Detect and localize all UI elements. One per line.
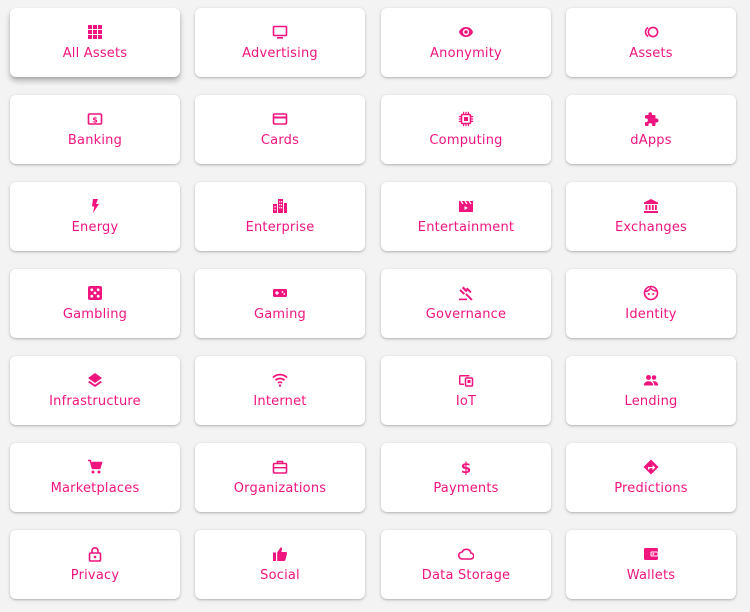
category-label: Banking <box>67 132 123 148</box>
category-card[interactable]: Advertising <box>195 8 365 77</box>
puzzle-icon <box>643 111 659 127</box>
category-label: All Assets <box>62 45 128 61</box>
category-card[interactable]: Lending <box>566 356 736 425</box>
category-label: Infrastructure <box>49 393 141 409</box>
lock-icon <box>87 546 103 562</box>
category-card[interactable]: $ Banking <box>10 95 180 164</box>
category-card[interactable]: Exchanges <box>566 182 736 251</box>
gamepad-icon <box>272 285 288 301</box>
category-card[interactable]: Assets <box>566 8 736 77</box>
category-label: Governance <box>425 306 507 322</box>
category-card[interactable]: Organizations <box>195 443 365 512</box>
category-label: dApps <box>630 132 672 148</box>
category-card[interactable]: IoT <box>381 356 551 425</box>
category-label: Predictions <box>614 480 688 496</box>
gavel-icon <box>458 285 474 301</box>
category-card[interactable]: Energy <box>10 182 180 251</box>
svg-text:$: $ <box>92 115 98 124</box>
category-card[interactable]: Identity <box>566 269 736 338</box>
category-card[interactable]: Predictions <box>566 443 736 512</box>
svg-text:$: $ <box>461 459 471 475</box>
category-card[interactable]: Anonymity <box>381 8 551 77</box>
apps-grid-icon <box>87 24 103 40</box>
category-label: Lending <box>624 393 678 409</box>
category-card[interactable]: Marketplaces <box>10 443 180 512</box>
bank-icon <box>643 198 659 214</box>
thumbs-up-icon <box>272 546 288 562</box>
category-card[interactable]: Privacy <box>10 530 180 599</box>
category-card[interactable]: Wallets <box>566 530 736 599</box>
category-card[interactable]: Computing <box>381 95 551 164</box>
cloud-icon <box>458 546 474 562</box>
category-card[interactable]: Infrastructure <box>10 356 180 425</box>
category-label: IoT <box>455 393 477 409</box>
category-card[interactable]: dApps <box>566 95 736 164</box>
category-label: Computing <box>429 132 503 148</box>
category-card[interactable]: Enterprise <box>195 182 365 251</box>
category-label: Enterprise <box>245 219 315 235</box>
layers-icon <box>87 372 103 388</box>
people-icon <box>643 372 659 388</box>
category-label: Data Storage <box>421 567 511 583</box>
face-icon <box>643 285 659 301</box>
category-card[interactable]: Gambling <box>10 269 180 338</box>
category-label: Cards <box>260 132 300 148</box>
direction-sign-icon <box>643 459 659 475</box>
category-label: Gaming <box>253 306 306 322</box>
category-card[interactable]: $ Payments <box>381 443 551 512</box>
category-label: Advertising <box>242 45 318 61</box>
devices-icon <box>458 372 474 388</box>
dollar-sign-icon: $ <box>458 459 474 475</box>
category-label: Assets <box>629 45 673 61</box>
category-label: Payments <box>433 480 499 496</box>
category-label: Energy <box>71 219 119 235</box>
category-card[interactable]: Entertainment <box>381 182 551 251</box>
category-label: Marketplaces <box>50 480 140 496</box>
category-label: Organizations <box>233 480 327 496</box>
category-grid: All Assets Advertising Anonymity Assets $ Ban… <box>0 0 750 612</box>
category-card[interactable]: All Assets <box>10 8 180 77</box>
coins-icon <box>643 24 659 40</box>
eye-icon <box>458 24 474 40</box>
clapperboard-icon <box>458 198 474 214</box>
dice-icon <box>87 285 103 301</box>
category-label: Internet <box>253 393 307 409</box>
category-card[interactable]: Internet <box>195 356 365 425</box>
category-label: Identity <box>625 306 677 322</box>
buildings-icon <box>272 198 288 214</box>
category-label: Entertainment <box>417 219 515 235</box>
category-card[interactable]: Cards <box>195 95 365 164</box>
category-label: Wallets <box>626 567 676 583</box>
monitor-icon <box>272 24 288 40</box>
wallet-icon <box>643 546 659 562</box>
dollar-bill-icon: $ <box>87 111 103 127</box>
category-label: Gambling <box>62 306 128 322</box>
category-card[interactable]: Gaming <box>195 269 365 338</box>
category-label: Social <box>260 567 300 583</box>
category-label: Exchanges <box>614 219 688 235</box>
category-card[interactable]: Governance <box>381 269 551 338</box>
wifi-icon <box>272 372 288 388</box>
category-label: Anonymity <box>430 45 502 61</box>
category-label: Privacy <box>70 567 120 583</box>
lightning-icon <box>87 198 103 214</box>
category-card[interactable]: Data Storage <box>381 530 551 599</box>
cpu-chip-icon <box>458 111 474 127</box>
shopping-cart-icon <box>87 459 103 475</box>
credit-card-icon <box>272 111 288 127</box>
category-card[interactable]: Social <box>195 530 365 599</box>
briefcase-icon <box>272 459 288 475</box>
